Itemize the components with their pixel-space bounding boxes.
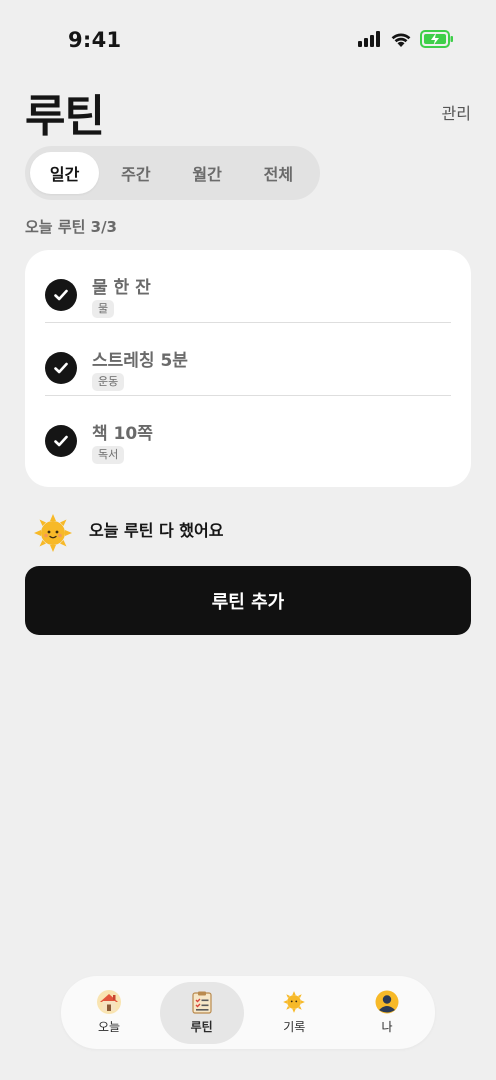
- routine-name: 물 한 잔: [92, 278, 151, 298]
- wifi-icon: [391, 32, 411, 47]
- progress-label: 오늘 루틴 3/3: [25, 218, 117, 236]
- tab-records[interactable]: 기록: [252, 982, 336, 1044]
- routine-list-card: 물 한 잔 물 스트레칭 5분 운동 책 10쪽 독서: [25, 250, 471, 487]
- routine-tag: 운동: [92, 373, 125, 391]
- check-icon[interactable]: [45, 425, 77, 457]
- check-icon[interactable]: [45, 352, 77, 384]
- segment-weekly[interactable]: 주간: [101, 152, 170, 194]
- routine-item[interactable]: 물 한 잔 물: [45, 250, 451, 323]
- routine-item[interactable]: 책 10쪽 독서: [45, 396, 451, 469]
- routine-name: 책 10쪽: [92, 424, 153, 444]
- manage-button[interactable]: 관리: [442, 100, 471, 124]
- tab-label: 루틴: [190, 1020, 213, 1034]
- add-routine-button[interactable]: 루틴 추가: [25, 566, 471, 635]
- tab-me[interactable]: 나: [345, 982, 429, 1044]
- period-segmented-control: 일간 주간 월간 전체: [25, 146, 320, 200]
- tab-routine[interactable]: 루틴: [159, 981, 244, 1044]
- house-icon: [97, 990, 121, 1014]
- sun-icon: [34, 514, 72, 552]
- tab-label: 나: [381, 1020, 393, 1034]
- page-title: 루틴: [25, 91, 105, 142]
- segment-monthly[interactable]: 월간: [173, 152, 242, 194]
- segment-daily[interactable]: 일간: [30, 152, 100, 194]
- routine-item[interactable]: 스트레칭 5분 운동: [45, 323, 451, 396]
- checklist-icon: [192, 991, 212, 1014]
- segment-all[interactable]: 전체: [244, 152, 313, 194]
- status-bar: 9:41: [0, 0, 496, 80]
- battery-charging-icon: [420, 30, 453, 48]
- sun-icon: [283, 991, 306, 1013]
- status-icons: [358, 30, 454, 48]
- check-icon[interactable]: [45, 279, 77, 311]
- avatar-icon: [375, 990, 399, 1014]
- tab-today[interactable]: 오늘: [67, 982, 151, 1044]
- status-time: 9:41: [68, 28, 122, 52]
- tab-bar: 오늘 루틴 기록 나: [61, 976, 435, 1049]
- done-banner: 오늘 루틴 다 했어요: [32, 512, 432, 554]
- done-text: 오늘 루틴 다 했어요: [89, 521, 224, 540]
- tab-label: 오늘: [97, 1020, 121, 1034]
- routine-tag: 물: [92, 300, 115, 318]
- tab-label: 기록: [283, 1020, 306, 1034]
- routine-name: 스트레칭 5분: [92, 351, 188, 371]
- header: 루틴 관리: [25, 80, 471, 142]
- cellular-signal-icon: [358, 31, 380, 47]
- routine-tag: 독서: [92, 446, 125, 464]
